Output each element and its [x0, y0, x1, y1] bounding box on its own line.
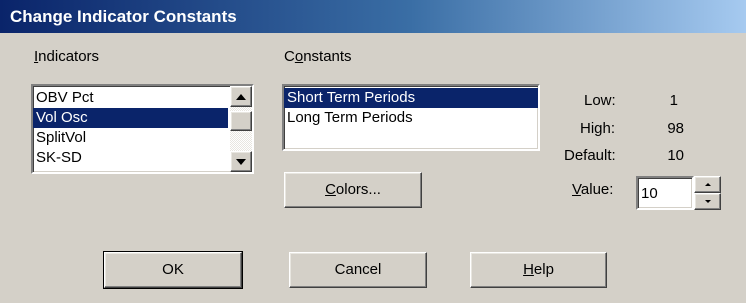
indicator-item-sk-sd[interactable]: SK-SD — [33, 148, 228, 168]
value-label-accel: V — [572, 181, 581, 198]
default-label: Default: — [564, 147, 616, 164]
indicators-list-content: OBV Pct Vol Osc SplitVol SK-SD — [33, 86, 228, 172]
constants-label: Constants — [284, 48, 352, 65]
constants-label-rest: nstants — [303, 48, 352, 65]
constants-label-accel: o — [294, 48, 304, 65]
indicator-item-obv-pct[interactable]: OBV Pct — [33, 88, 228, 108]
constants-listbox[interactable]: Short Term Periods Long Term Periods — [282, 84, 540, 151]
scroll-down-button[interactable] — [230, 151, 252, 172]
low-label: Low: — [584, 92, 616, 109]
indicators-listbox[interactable]: OBV Pct Vol Osc SplitVol SK-SD — [31, 84, 254, 174]
help-button-accel: H — [523, 261, 534, 278]
high-label: High: — [580, 120, 616, 137]
constant-item-long-term[interactable]: Long Term Periods — [284, 108, 538, 128]
help-button-rest: elp — [533, 261, 554, 278]
value-spinner[interactable] — [694, 176, 721, 210]
scroll-up-button[interactable] — [230, 86, 252, 107]
ok-button[interactable]: OK — [103, 251, 243, 289]
colors-button-rest: olors... — [335, 181, 381, 198]
spin-down-button[interactable] — [694, 193, 721, 210]
indicators-scrollbar[interactable] — [230, 86, 252, 172]
low-value: 1 — [669, 92, 678, 109]
colors-button-accel: C — [325, 181, 336, 198]
value-input-frame — [636, 176, 694, 210]
window-title: Change Indicator Constants — [10, 7, 237, 26]
arrow-down-icon — [236, 159, 246, 165]
title-bar[interactable]: Change Indicator Constants — [0, 0, 746, 33]
arrow-up-icon — [236, 94, 246, 100]
scroll-thumb[interactable] — [230, 111, 252, 131]
colors-button[interactable]: Colors... — [284, 172, 422, 208]
indicator-item-splitvol[interactable]: SplitVol — [33, 128, 228, 148]
spin-down-icon — [705, 200, 711, 203]
cancel-button[interactable]: Cancel — [289, 252, 427, 288]
high-value: 98 — [667, 120, 684, 137]
indicators-label: Indicators — [34, 48, 99, 65]
default-value: 10 — [667, 147, 684, 164]
constants-label-pre: C — [284, 48, 295, 65]
value-label: Value: — [572, 181, 613, 198]
spin-up-button[interactable] — [694, 176, 721, 193]
help-button[interactable]: Help — [470, 252, 607, 288]
value-input[interactable] — [639, 179, 689, 207]
indicators-label-rest: ndicators — [38, 48, 100, 65]
spin-up-icon — [705, 183, 711, 186]
value-label-rest: alue: — [580, 181, 614, 198]
indicator-item-vol-osc[interactable]: Vol Osc — [33, 108, 228, 128]
constant-item-short-term[interactable]: Short Term Periods — [284, 88, 538, 108]
